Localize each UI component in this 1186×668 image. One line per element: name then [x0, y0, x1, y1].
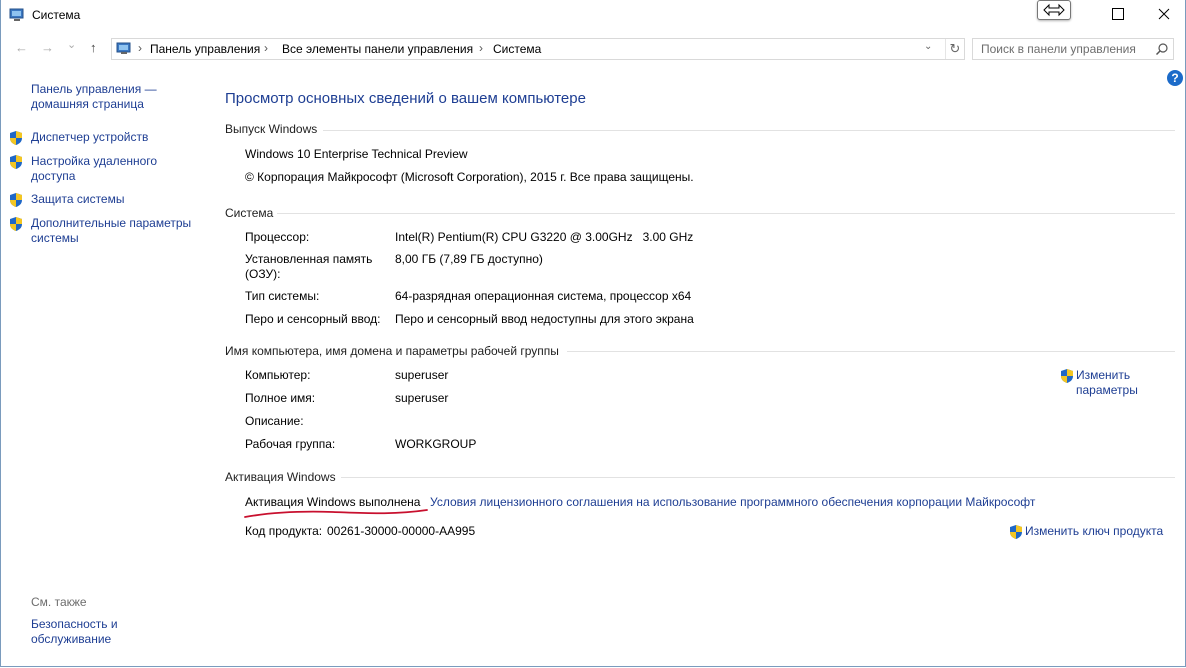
section-divider: [567, 351, 1175, 352]
full-name-value: superuser: [395, 391, 449, 405]
breadcrumb-separator: ›: [138, 41, 142, 55]
change-settings-line2: параметры: [1076, 383, 1138, 397]
sidebar-item-advanced-settings[interactable]: Дополнительные параметры системы: [31, 216, 191, 246]
breadcrumb-separator: ›: [264, 41, 268, 55]
security-link-line1: Безопасность и: [31, 617, 118, 631]
uac-shield-icon: [1061, 369, 1073, 383]
sidebar-item-device-manager[interactable]: Диспетчер устройств: [31, 130, 148, 145]
security-link-line2: обслуживание: [31, 632, 112, 646]
sidebar-item-label: системы: [31, 231, 79, 245]
computer-value: superuser: [395, 368, 449, 382]
processor-value: Intel(R) Pentium(R) CPU G3220 @ 3.00GHz …: [395, 230, 694, 244]
processor-label: Процессор:: [245, 230, 310, 244]
search-icon[interactable]: [1155, 42, 1169, 56]
change-product-key-link[interactable]: Изменить ключ продукта: [1025, 524, 1163, 539]
system-type-value: 64-разрядная операционная система, проце…: [395, 289, 692, 303]
change-settings-link[interactable]: Изменить параметры: [1076, 368, 1138, 398]
sidebar-item-label: доступа: [31, 169, 76, 183]
section-divider: [277, 213, 1175, 214]
red-underline-annotation: [244, 509, 428, 518]
sidebar-item-label: Диспетчер устройств: [31, 130, 149, 144]
description-label: Описание:: [245, 414, 304, 428]
address-bar[interactable]: › Панель управления › Все элементы панел…: [111, 38, 965, 60]
ram-label-line1: Установленная память: [245, 252, 373, 266]
window-title: Система: [32, 8, 81, 22]
sidebar-item-label: Настройка удаленного: [31, 154, 158, 168]
full-name-label: Полное имя:: [245, 391, 316, 405]
page-title: Просмотр основных сведений о вашем компь…: [225, 90, 586, 107]
license-terms-link[interactable]: Условия лицензионного соглашения на испо…: [430, 495, 1035, 510]
uac-shield-icon: [10, 155, 22, 169]
section-divider: [341, 477, 1175, 478]
control-panel-icon: [116, 42, 131, 54]
breadcrumb-all-items[interactable]: Все элементы панели управления: [282, 42, 473, 56]
back-button[interactable]: ←: [15, 40, 28, 55]
windows-edition-name: Windows 10 Enterprise Technical Preview: [245, 147, 468, 161]
up-button[interactable]: ↑: [90, 40, 97, 55]
system-type-label: Тип системы:: [245, 289, 320, 303]
search-box[interactable]: Поиск в панели управления: [972, 38, 1174, 60]
workgroup-label: Рабочая группа:: [245, 437, 336, 451]
section-divider: [323, 130, 1175, 131]
section-header-activation: Активация Windows: [225, 470, 336, 484]
security-maintenance-link[interactable]: Безопасность и обслуживание: [31, 617, 118, 647]
pen-touch-value: Перо и сенсорный ввод недоступны для это…: [395, 312, 694, 326]
resize-cursor-icon: [1037, 0, 1071, 20]
pen-touch-label: Перо и сенсорный ввод:: [245, 312, 381, 326]
home-link-line1: Панель управления —: [31, 82, 157, 96]
sidebar-item-label: Защита системы: [31, 192, 125, 206]
ram-label-line2: (ОЗУ):: [245, 267, 281, 281]
close-icon: [1158, 8, 1170, 20]
copyright-text: © Корпорация Майкрософт (Microsoft Corpo…: [245, 170, 694, 184]
control-panel-home-link[interactable]: Панель управления — домашняя страница: [31, 82, 157, 112]
workgroup-value: WORKGROUP: [395, 437, 477, 451]
sidebar-item-system-protection[interactable]: Защита системы: [31, 192, 124, 207]
breadcrumb-separator: ›: [479, 41, 483, 55]
maximize-button[interactable]: [1095, 0, 1141, 30]
search-input[interactable]: Поиск в панели управления: [981, 42, 1136, 56]
uac-shield-icon: [10, 131, 22, 145]
change-settings-line1: Изменить: [1076, 368, 1131, 382]
computer-label: Компьютер:: [245, 368, 311, 382]
forward-button[interactable]: →: [41, 40, 54, 55]
recent-locations-button[interactable]: ⌄: [67, 38, 76, 51]
section-header-system: Система: [225, 206, 274, 220]
uac-shield-icon: [1010, 525, 1022, 539]
title-bar: Система: [1, 0, 1185, 30]
sidebar-item-label: Дополнительные параметры: [31, 216, 192, 230]
product-key-label: Код продукта:: [245, 524, 323, 538]
uac-shield-icon: [10, 217, 22, 231]
breadcrumb-control-panel[interactable]: Панель управления: [150, 42, 260, 56]
breadcrumb-system[interactable]: Система: [493, 42, 541, 56]
system-window: Система ← → ⌄ ↑ › Панель управления › Вс…: [0, 0, 1186, 667]
see-also-heading: См. также: [31, 595, 87, 609]
refresh-button[interactable]: ↻: [945, 39, 964, 59]
ram-value: 8,00 ГБ (7,89 ГБ доступно): [395, 252, 543, 266]
ram-label: Установленная память (ОЗУ):: [245, 252, 372, 282]
maximize-icon: [1112, 8, 1124, 20]
section-header-computer-name: Имя компьютера, имя домена и параметры р…: [225, 344, 559, 358]
sidebar-item-remote-settings[interactable]: Настройка удаленного доступа: [31, 154, 157, 184]
address-dropdown-button[interactable]: ⌄: [924, 41, 932, 52]
help-button[interactable]: ?: [1167, 70, 1183, 86]
section-header-edition: Выпуск Windows: [225, 122, 318, 136]
uac-shield-icon: [10, 193, 22, 207]
system-computer-icon: [9, 8, 24, 21]
home-link-line2: домашняя страница: [31, 97, 144, 111]
close-button[interactable]: [1141, 0, 1186, 30]
product-key-value: 00261-30000-00000-AA995: [327, 524, 476, 538]
